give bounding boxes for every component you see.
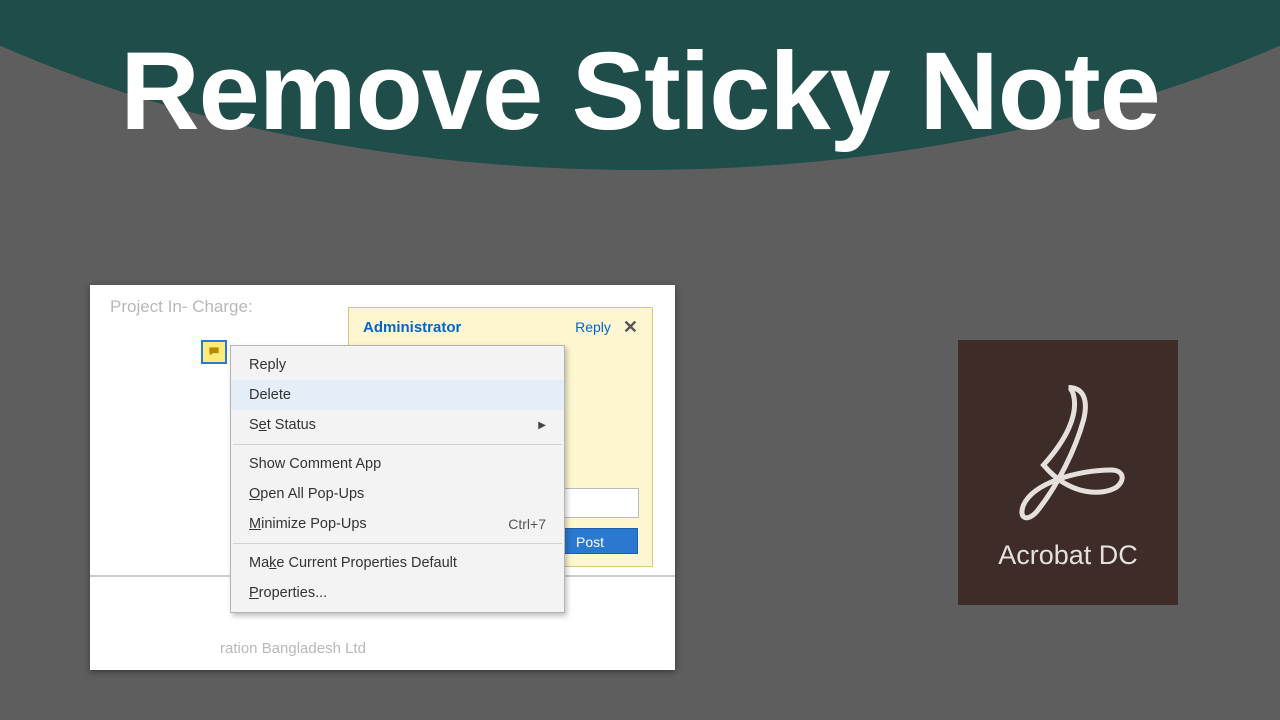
acrobat-logo-box: Acrobat DC bbox=[958, 340, 1178, 605]
menu-item-show-comment-app[interactable]: Show Comment App bbox=[231, 449, 564, 479]
comment-bubble-icon bbox=[207, 345, 221, 359]
menu-item-make-default[interactable]: Make Current Properties Default bbox=[231, 548, 564, 578]
menu-shortcut: Ctrl+7 bbox=[508, 516, 546, 532]
chevron-right-icon: ▶ bbox=[538, 420, 546, 431]
menu-item-properties[interactable]: Properties... bbox=[231, 578, 564, 608]
menu-label: Make Current Properties Default bbox=[249, 555, 457, 571]
menu-label: Reply bbox=[249, 357, 286, 373]
menu-separator bbox=[233, 543, 562, 544]
menu-separator bbox=[233, 444, 562, 445]
menu-item-open-all-popups[interactable]: Open All Pop-Ups bbox=[231, 479, 564, 509]
menu-label: Set Status bbox=[249, 417, 316, 433]
menu-label: Open All Pop-Ups bbox=[249, 486, 364, 502]
menu-item-delete[interactable]: Delete bbox=[231, 380, 564, 410]
menu-item-set-status[interactable]: Set Status ▶ bbox=[231, 410, 564, 440]
page-title: Remove Sticky Note bbox=[0, 28, 1280, 155]
menu-label: Minimize Pop-Ups bbox=[249, 516, 367, 532]
acrobat-logo-label: Acrobat DC bbox=[998, 540, 1138, 571]
doc-top-text: Project In- Charge: bbox=[110, 297, 253, 317]
menu-label: Delete bbox=[249, 387, 291, 403]
sticky-note-icon[interactable] bbox=[201, 340, 227, 364]
close-icon[interactable]: ✕ bbox=[623, 318, 638, 336]
acrobat-logo-icon bbox=[1006, 375, 1131, 530]
menu-label: Properties... bbox=[249, 585, 327, 601]
doc-bottom-text: ration Bangladesh Ltd bbox=[220, 640, 366, 657]
menu-item-minimize-popups[interactable]: Minimize Pop-Ups Ctrl+7 bbox=[231, 509, 564, 539]
menu-item-reply[interactable]: Reply bbox=[231, 350, 564, 380]
context-menu: Reply Delete Set Status ▶ Show Comment A… bbox=[230, 345, 565, 613]
popup-header: Administrator Reply ✕ bbox=[349, 308, 652, 342]
menu-label: Show Comment App bbox=[249, 456, 381, 472]
popup-reply-link[interactable]: Reply bbox=[575, 319, 611, 335]
popup-author: Administrator bbox=[363, 319, 575, 336]
screenshot-panel: Project In- Charge: ration Bangladesh Lt… bbox=[90, 285, 675, 670]
